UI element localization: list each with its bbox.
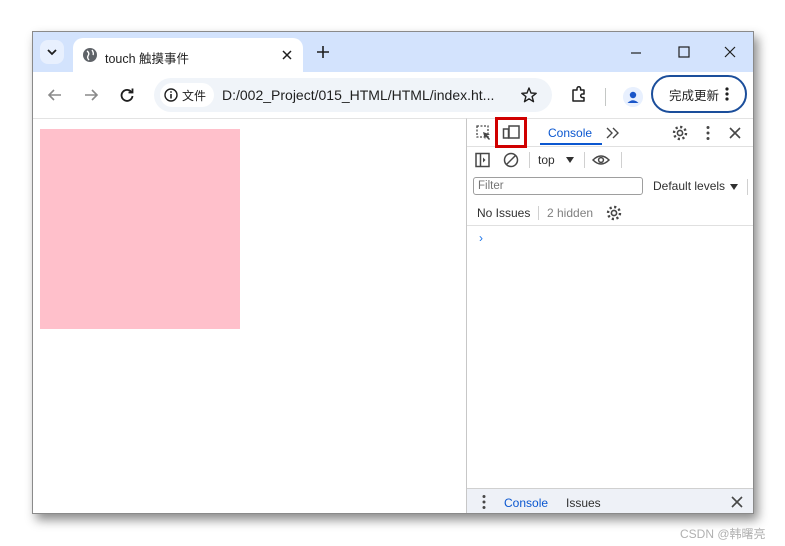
more-vertical-icon [725, 87, 729, 101]
toolbar-divider [621, 152, 622, 168]
drawer-close-icon[interactable] [728, 493, 746, 511]
address-bar[interactable]: 文件 D:/002_Project/015_HTML/HTML/index.ht… [154, 78, 552, 112]
info-icon [164, 88, 178, 102]
pink-box[interactable] [40, 129, 240, 329]
log-levels-dropdown[interactable]: Default levels [653, 179, 739, 193]
settings-gear-icon[interactable] [671, 124, 689, 142]
back-arrow-icon[interactable] [45, 85, 65, 105]
forward-arrow-icon[interactable] [81, 85, 101, 105]
toolbar-divider [584, 152, 585, 168]
inspect-element-icon[interactable] [475, 124, 493, 142]
globe-icon [83, 48, 97, 62]
filter-input[interactable] [473, 177, 643, 195]
update-button[interactable]: 完成更新 [651, 75, 747, 113]
minimize-icon[interactable] [628, 45, 644, 61]
window-close-icon[interactable] [722, 44, 738, 60]
clear-console-icon[interactable] [502, 151, 520, 169]
drawer-menu-icon[interactable] [475, 493, 493, 511]
site-info-label: 文件 [182, 88, 207, 103]
star-bookmark-icon[interactable] [520, 86, 538, 104]
eye-icon[interactable] [592, 151, 610, 169]
more-tabs-chevron-icon[interactable] [604, 124, 622, 142]
tab-strip: touch 触摸事件 [33, 32, 753, 72]
console-toolbar: top [467, 146, 753, 174]
toolbar-divider [529, 152, 530, 168]
issues-divider [538, 206, 539, 220]
settings-gear-icon[interactable] [605, 204, 623, 222]
browser-tab[interactable]: touch 触摸事件 [73, 38, 303, 72]
hidden-issues-count[interactable]: 2 hidden [547, 206, 593, 220]
tab-console[interactable]: Console [548, 126, 592, 140]
tab-search-button[interactable] [40, 40, 64, 64]
devtools-drawer: Console Issues [467, 488, 753, 514]
toolbar-divider [747, 179, 748, 195]
profile-avatar-icon[interactable] [623, 87, 643, 107]
caret-down-icon[interactable] [566, 157, 574, 163]
no-issues-label: No Issues [477, 206, 531, 220]
reload-icon[interactable] [117, 85, 137, 105]
devtools-panel: Console top Default levels No Issues [466, 117, 753, 514]
context-selector[interactable]: top [538, 153, 555, 167]
url-text[interactable]: D:/002_Project/015_HTML/HTML/index.ht... [222, 87, 494, 103]
chevron-down-icon [47, 49, 57, 56]
update-button-label: 完成更新 [668, 88, 719, 103]
console-prompt[interactable]: › [479, 231, 483, 245]
browser-window: touch 触摸事件 文件 D:/002_Project/015_HTML/HT… [32, 31, 754, 514]
toolbar: 文件 D:/002_Project/015_HTML/HTML/index.ht… [33, 72, 753, 118]
new-tab-plus-icon[interactable] [314, 43, 332, 61]
console-tab-underline [540, 143, 602, 145]
device-toolbar-highlight [495, 117, 527, 148]
site-info-chip[interactable]: 文件 [160, 83, 215, 107]
close-icon[interactable] [279, 47, 295, 63]
issues-row: No Issues 2 hidden [467, 201, 753, 226]
toolbar-separator [605, 88, 606, 106]
drawer-tab-console[interactable]: Console [504, 496, 548, 510]
log-levels-label: Default levels [653, 179, 726, 193]
devtools-close-icon[interactable] [726, 124, 744, 142]
caret-down-icon [730, 184, 739, 190]
sidebar-toggle-icon[interactable] [474, 151, 492, 169]
drawer-console-underline [496, 513, 558, 514]
more-vertical-icon[interactable] [699, 124, 717, 142]
drawer-tab-issues[interactable]: Issues [566, 496, 601, 510]
watermark: CSDN @韩曙亮 [680, 527, 766, 541]
extensions-puzzle-icon[interactable] [569, 84, 589, 104]
maximize-icon[interactable] [676, 44, 692, 60]
page-viewport [33, 118, 466, 513]
tab-title: touch 触摸事件 [105, 52, 190, 66]
devtools-tab-bar: Console [467, 117, 753, 148]
